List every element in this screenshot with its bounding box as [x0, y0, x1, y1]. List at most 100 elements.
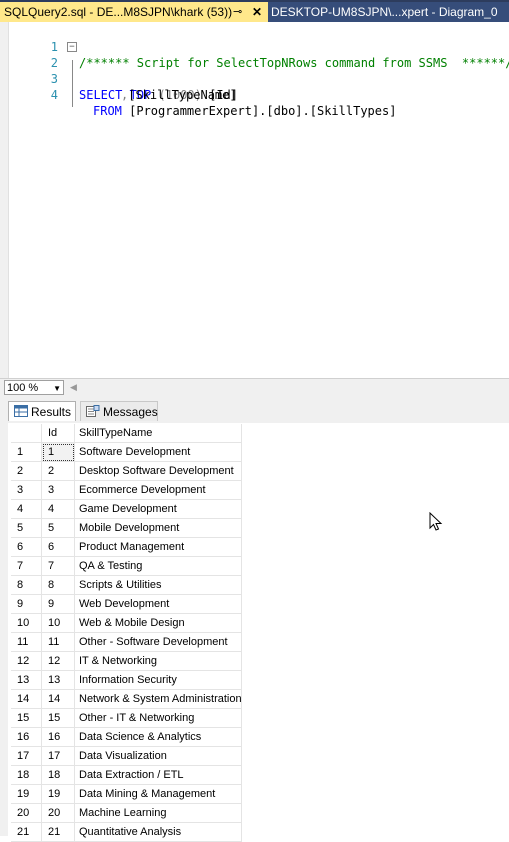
skilltypename-cell[interactable]: Mobile Development	[75, 519, 242, 538]
row-number-cell[interactable]: 12	[11, 652, 42, 671]
id-cell[interactable]: 14	[42, 690, 75, 709]
pin-icon[interactable]: ⊸	[233, 2, 242, 22]
skilltypename-cell[interactable]: Data Science & Analytics	[75, 728, 242, 747]
skilltypename-cell[interactable]: Other - IT & Networking	[75, 709, 242, 728]
skilltypename-cell[interactable]: Software Development	[75, 443, 242, 462]
id-cell[interactable]: 10	[42, 614, 75, 633]
row-number-cell[interactable]: 4	[11, 500, 42, 519]
table-row[interactable]: 11 11 Other - Software Development	[11, 633, 242, 652]
skilltypename-cell[interactable]: Web & Mobile Design	[75, 614, 242, 633]
header-skilltypename[interactable]: SkillTypeName	[75, 424, 242, 443]
row-number-cell[interactable]: 5	[11, 519, 42, 538]
id-cell[interactable]: 20	[42, 804, 75, 823]
table-row[interactable]: 1 1 Software Development	[11, 443, 242, 462]
chevron-down-icon: ▼	[53, 384, 61, 393]
skilltypename-cell[interactable]: Information Security	[75, 671, 242, 690]
id-cell[interactable]: 19	[42, 785, 75, 804]
tab-diagram[interactable]: DESKTOP-UM8SJPN\...xpert - Diagram_0	[268, 2, 509, 22]
id-cell[interactable]: 18	[42, 766, 75, 785]
id-cell[interactable]: 6	[42, 538, 75, 557]
tab-sqlquery2[interactable]: SQLQuery2.sql - DE...M8SJPN\khark (53)) …	[0, 2, 268, 22]
row-number-cell[interactable]: 13	[11, 671, 42, 690]
table-row[interactable]: 9 9 Web Development	[11, 595, 242, 614]
skilltypename-cell[interactable]: Game Development	[75, 500, 242, 519]
table-row[interactable]: 4 4 Game Development	[11, 500, 242, 519]
id-cell[interactable]: 12	[42, 652, 75, 671]
row-number-cell[interactable]: 15	[11, 709, 42, 728]
id-cell[interactable]: 13	[42, 671, 75, 690]
row-number-cell[interactable]: 3	[11, 481, 42, 500]
id-cell[interactable]: 1	[42, 443, 75, 462]
table-row[interactable]: 5 5 Mobile Development	[11, 519, 242, 538]
tab-messages[interactable]: Messages	[80, 401, 158, 421]
tab-results[interactable]: Results	[8, 401, 76, 421]
line-number: 2	[50, 56, 58, 70]
skilltypename-cell[interactable]: Other - Software Development	[75, 633, 242, 652]
row-number-cell[interactable]: 6	[11, 538, 42, 557]
id-cell[interactable]: 7	[42, 557, 75, 576]
table-row[interactable]: 8 8 Scripts & Utilities	[11, 576, 242, 595]
header-id[interactable]: Id	[42, 424, 75, 443]
table-row[interactable]: 15 15 Other - IT & Networking	[11, 709, 242, 728]
id-cell[interactable]: 9	[42, 595, 75, 614]
id-cell[interactable]: 17	[42, 747, 75, 766]
table-row[interactable]: 20 20 Machine Learning	[11, 804, 242, 823]
row-number-cell[interactable]: 21	[11, 823, 42, 842]
table-row[interactable]: 2 2 Desktop Software Development	[11, 462, 242, 481]
row-number-cell[interactable]: 19	[11, 785, 42, 804]
table-row[interactable]: 17 17 Data Visualization	[11, 747, 242, 766]
zoom-select[interactable]: 100 % ▼	[4, 380, 64, 395]
zoom-value: 100 %	[7, 382, 39, 394]
table-row[interactable]: 6 6 Product Management	[11, 538, 242, 557]
id-cell[interactable]: 2	[42, 462, 75, 481]
skilltypename-cell[interactable]: Network & System Administration	[75, 690, 242, 709]
collapse-icon[interactable]: −	[67, 42, 77, 52]
table-row[interactable]: 21 21 Quantitative Analysis	[11, 823, 242, 842]
row-number-cell[interactable]: 2	[11, 462, 42, 481]
id-cell[interactable]: 8	[42, 576, 75, 595]
query-editor[interactable]: 1 /****** Script for SelectTopNRows comm…	[0, 22, 509, 378]
row-number-cell[interactable]: 11	[11, 633, 42, 652]
table-row[interactable]: 19 19 Data Mining & Management	[11, 785, 242, 804]
skilltypename-cell[interactable]: Product Management	[75, 538, 242, 557]
row-number-cell[interactable]: 1	[11, 443, 42, 462]
id-cell[interactable]: 21	[42, 823, 75, 842]
table-row[interactable]: 12 12 IT & Networking	[11, 652, 242, 671]
row-number-cell[interactable]: 10	[11, 614, 42, 633]
skilltypename-cell[interactable]: Web Development	[75, 595, 242, 614]
skilltypename-cell[interactable]: Data Extraction / ETL	[75, 766, 242, 785]
header-rownum	[11, 424, 42, 443]
table-row[interactable]: 7 7 QA & Testing	[11, 557, 242, 576]
id-cell[interactable]: 4	[42, 500, 75, 519]
table-row[interactable]: 18 18 Data Extraction / ETL	[11, 766, 242, 785]
table-row[interactable]: 16 16 Data Science & Analytics	[11, 728, 242, 747]
table-row[interactable]: 10 10 Web & Mobile Design	[11, 614, 242, 633]
skilltypename-cell[interactable]: Desktop Software Development	[75, 462, 242, 481]
skilltypename-cell[interactable]: Data Visualization	[75, 747, 242, 766]
row-number-cell[interactable]: 16	[11, 728, 42, 747]
id-cell[interactable]: 5	[42, 519, 75, 538]
skilltypename-cell[interactable]: Ecommerce Development	[75, 481, 242, 500]
row-number-cell[interactable]: 7	[11, 557, 42, 576]
row-number-cell[interactable]: 20	[11, 804, 42, 823]
row-number-cell[interactable]: 9	[11, 595, 42, 614]
row-number-cell[interactable]: 17	[11, 747, 42, 766]
row-number-cell[interactable]: 14	[11, 690, 42, 709]
row-number-cell[interactable]: 8	[11, 576, 42, 595]
table-row[interactable]: 3 3 Ecommerce Development	[11, 481, 242, 500]
skilltypename-cell[interactable]: QA & Testing	[75, 557, 242, 576]
skilltypename-cell[interactable]: Scripts & Utilities	[75, 576, 242, 595]
row-number-cell[interactable]: 18	[11, 766, 42, 785]
skilltypename-cell[interactable]: Machine Learning	[75, 804, 242, 823]
scroll-left-icon[interactable]: ◀	[70, 382, 77, 393]
id-cell[interactable]: 11	[42, 633, 75, 652]
id-cell[interactable]: 15	[42, 709, 75, 728]
close-icon[interactable]: ✕	[252, 2, 262, 22]
id-cell[interactable]: 3	[42, 481, 75, 500]
table-row[interactable]: 14 14 Network & System Administration	[11, 690, 242, 709]
skilltypename-cell[interactable]: IT & Networking	[75, 652, 242, 671]
id-cell[interactable]: 16	[42, 728, 75, 747]
skilltypename-cell[interactable]: Quantitative Analysis	[75, 823, 242, 842]
table-row[interactable]: 13 13 Information Security	[11, 671, 242, 690]
skilltypename-cell[interactable]: Data Mining & Management	[75, 785, 242, 804]
